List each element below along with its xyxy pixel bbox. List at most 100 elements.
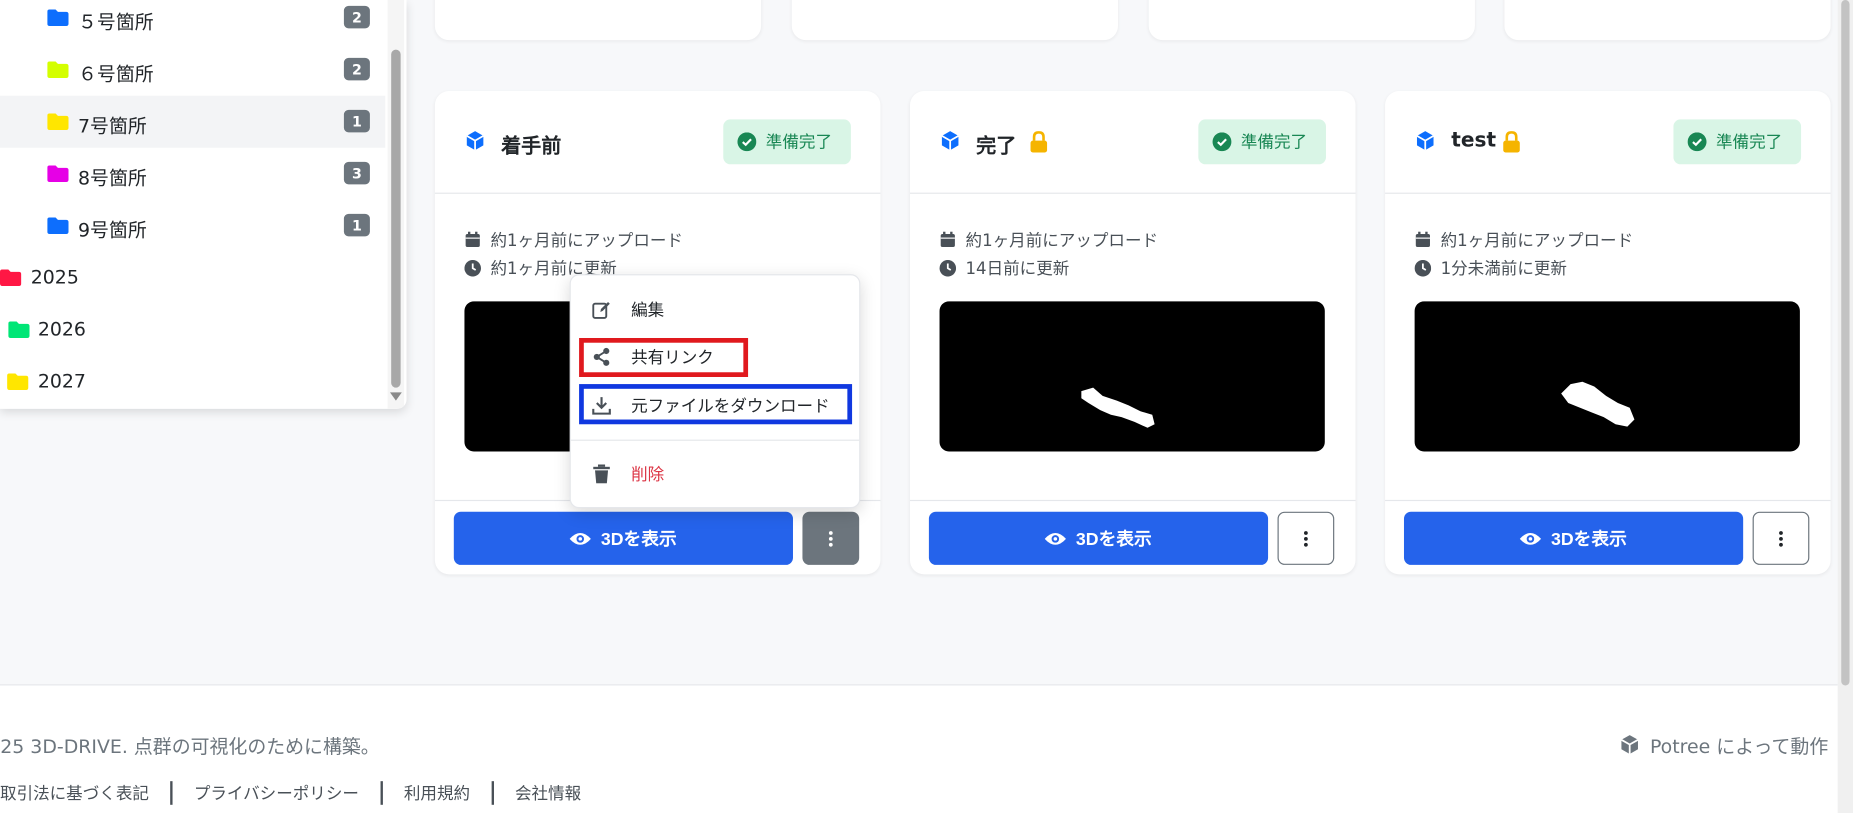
count-badge: 1	[343, 109, 370, 133]
clock-icon	[1414, 259, 1432, 277]
folder-label: 8号箇所	[77, 166, 147, 190]
card-header: test 準備完了	[1385, 91, 1831, 194]
upload-text: 約1ヶ月前にアップロード	[965, 231, 1159, 251]
page-scrollbar[interactable]	[1837, 0, 1853, 813]
update-text: 1分未満前に更新	[1440, 259, 1567, 279]
eye-icon	[1045, 532, 1067, 545]
folder-label: 9号箇所	[77, 218, 147, 242]
view-3d-label: 3Dを表示	[1075, 529, 1152, 550]
card-title[interactable]: 完了	[976, 129, 1016, 159]
more-options-button[interactable]	[1277, 511, 1335, 565]
folder-icon	[8, 321, 30, 338]
view-3d-label: 3Dを表示	[600, 529, 677, 550]
folder-icon	[47, 165, 69, 182]
eye-icon	[570, 532, 592, 545]
folder-item[interactable]: 9号箇所 1	[0, 200, 385, 252]
kebab-icon	[828, 530, 833, 547]
pointcloud-thumbnail[interactable]	[939, 301, 1325, 452]
update-info: 14日前に更新	[939, 256, 1069, 280]
status-badge: 準備完了	[1673, 119, 1802, 165]
update-info: 1分未満前に更新	[1414, 256, 1567, 280]
calendar-icon	[1415, 231, 1430, 247]
count-badge: 2	[343, 5, 370, 29]
folder-label: ５号箇所	[77, 10, 154, 34]
footer-links: 商取引法に基づく表記 プライバシーポリシー 利用規約 会社情報	[0, 781, 581, 805]
calendar-icon	[465, 231, 480, 247]
folder-item[interactable]: 2026	[0, 304, 385, 356]
upload-info: 約1ヶ月前にアップロード	[1415, 228, 1634, 252]
folder-icon	[47, 113, 69, 130]
project-card: 完了 準備完了 約1ヶ月前にアップロード 14日前に更新 3Dを表示	[909, 90, 1356, 575]
share-highlight-box	[579, 337, 749, 377]
folder-item[interactable]: 8号箇所 3	[0, 148, 385, 200]
folder-label: 2026	[37, 317, 86, 341]
folder-label: 2027	[37, 369, 86, 393]
stat-card	[791, 0, 1118, 41]
status-badge: 準備完了	[1198, 119, 1326, 165]
cube-icon	[1621, 735, 1639, 754]
lock-icon	[1029, 131, 1048, 153]
cube-icon	[464, 130, 485, 151]
upload-text: 約1ヶ月前にアップロード	[1440, 231, 1634, 251]
footer-link-tokusho[interactable]: 商取引法に基づく表記	[0, 781, 149, 805]
folder-item[interactable]: 7号箇所 1	[0, 95, 386, 148]
more-options-button[interactable]	[1752, 511, 1810, 565]
status-label: 準備完了	[765, 133, 832, 153]
count-badge: 3	[343, 161, 370, 185]
upload-info: 約1ヶ月前にアップロード	[940, 228, 1159, 252]
powered-text: Potree によって動作	[1649, 735, 1829, 758]
footer-link-terms[interactable]: 利用規約	[404, 781, 470, 805]
clock-icon	[464, 259, 481, 277]
kebab-icon	[1779, 530, 1783, 547]
folder-panel: ５号箇所 2 ６号箇所 2 7号箇所 1 8号箇所 3 9号箇所 1 2025 …	[0, 0, 407, 409]
folder-icon	[7, 373, 29, 390]
delete-menu-item[interactable]: 削除	[571, 453, 859, 496]
edit-menu-item[interactable]: 編集	[571, 288, 859, 331]
scrollbar-thumb[interactable]	[391, 49, 401, 388]
footer-link-privacy[interactable]: プライバシーポリシー	[194, 781, 359, 805]
card-title[interactable]: 着手前	[501, 129, 561, 159]
card-header: 完了 準備完了	[909, 91, 1356, 194]
eye-icon	[1520, 532, 1542, 545]
view-3d-button[interactable]: 3Dを表示	[1403, 511, 1744, 565]
upload-info: 約1ヶ月前にアップロード	[464, 228, 683, 252]
view-3d-button[interactable]: 3Dを表示	[453, 511, 793, 565]
edit-icon	[592, 300, 611, 319]
status-label: 準備完了	[1240, 133, 1308, 153]
view-3d-button[interactable]: 3Dを表示	[928, 511, 1269, 565]
panel-scrollbar[interactable]	[387, 0, 405, 409]
card-divider	[1385, 499, 1831, 502]
context-menu: 編集 共有リンク 元ファイルをダウンロード 削除	[569, 274, 861, 509]
folder-icon	[47, 9, 69, 26]
trash-icon	[592, 464, 611, 484]
folder-item[interactable]: ５号箇所 2	[0, 0, 385, 44]
check-circle-icon	[1212, 132, 1232, 152]
folder-label: 2025	[30, 265, 79, 289]
lock-icon	[1502, 131, 1521, 153]
stat-card	[1148, 0, 1475, 41]
menu-divider	[570, 439, 860, 441]
calendar-icon	[940, 231, 955, 247]
scroll-down-arrow[interactable]	[389, 392, 402, 401]
footer-link-company[interactable]: 会社情報	[515, 781, 581, 805]
check-circle-icon	[1687, 132, 1707, 152]
folder-item[interactable]: 2025	[0, 252, 385, 304]
folder-label: 7号箇所	[77, 114, 147, 138]
check-circle-icon	[737, 132, 757, 152]
status-badge: 準備完了	[723, 119, 851, 165]
link-separator	[170, 781, 173, 805]
pointcloud-shape	[1561, 381, 1635, 427]
count-badge: 2	[343, 57, 370, 81]
folder-item[interactable]: 2027	[0, 356, 385, 408]
more-options-button[interactable]	[802, 511, 860, 565]
upload-text: 約1ヶ月前にアップロード	[490, 231, 683, 251]
link-separator	[380, 781, 383, 805]
pointcloud-thumbnail[interactable]	[1414, 301, 1800, 452]
scrollbar-thumb[interactable]	[1841, 0, 1850, 686]
folder-icon	[47, 61, 69, 78]
kebab-icon	[1303, 530, 1308, 547]
folder-item[interactable]: ６号箇所 2	[0, 44, 385, 96]
folder-label: ６号箇所	[77, 62, 154, 86]
cube-icon	[1415, 130, 1436, 151]
card-title[interactable]: test	[1451, 129, 1496, 153]
